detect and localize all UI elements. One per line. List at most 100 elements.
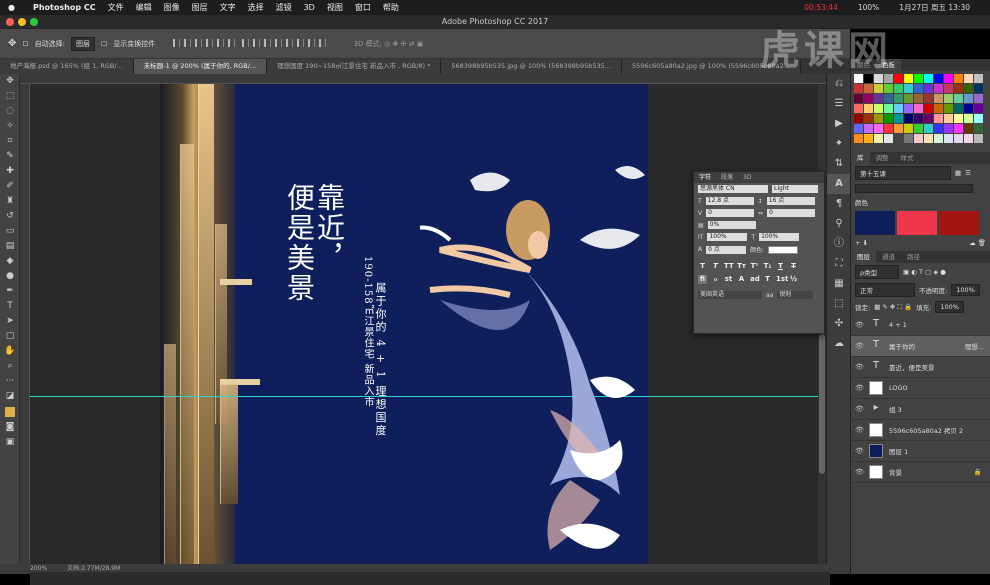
history-brush-icon[interactable]: ↺ [0, 209, 20, 224]
actions-icon[interactable]: ▶ [827, 114, 851, 134]
layer-row[interactable]: 👁 T 属于你的 理想... [851, 336, 990, 357]
color-swatch[interactable] [974, 104, 983, 113]
color-swatch[interactable] [914, 94, 923, 103]
layer-row[interactable]: 👁 图层 1 [851, 441, 990, 462]
color-swatch[interactable] [884, 84, 893, 93]
color-swatch[interactable] [934, 134, 943, 143]
color-swatch[interactable] [864, 124, 873, 133]
zoom-button[interactable] [30, 18, 38, 26]
visibility-eye-icon[interactable]: 👁 [855, 363, 864, 371]
color-swatch[interactable] [924, 94, 933, 103]
color-swatch[interactable] [914, 74, 923, 83]
hand-tool-icon[interactable]: ✋ [0, 344, 20, 359]
layer-row[interactable]: 👁 5596c605a80a2 拷贝 2 [851, 420, 990, 441]
lock-icons[interactable]: ▦ ✎ ✥ ⛶ 🔒 [874, 303, 912, 312]
color-swatch[interactable] [894, 104, 903, 113]
color-swatch[interactable] [854, 94, 863, 103]
color-swatch[interactable] [924, 134, 933, 143]
color-swatch[interactable] [904, 84, 913, 93]
titling-button[interactable]: ad [750, 275, 760, 284]
ordinals-button[interactable]: T [763, 275, 772, 284]
eyedropper-icon[interactable]: ✎ [0, 149, 20, 164]
color-swatch[interactable] [914, 104, 923, 113]
color-swatch[interactable] [944, 84, 953, 93]
move-tool-icon[interactable]: ✥ [0, 74, 20, 89]
menu-type[interactable]: 文字 [220, 2, 236, 13]
color-swatch[interactable] [874, 114, 883, 123]
tab-3d[interactable]: 3D [738, 172, 756, 183]
color-swatch[interactable] [974, 114, 983, 123]
strikethrough-button[interactable]: T [789, 262, 798, 271]
pen-tool-icon[interactable]: ✒ [0, 284, 20, 299]
color-swatch[interactable] [854, 114, 863, 123]
color-swatch[interactable] [854, 124, 863, 133]
brush-tool-icon[interactable]: ✐ [0, 179, 20, 194]
color-swatch[interactable] [944, 94, 953, 103]
color-swatch[interactable] [914, 124, 923, 133]
auto-select-dropdown[interactable]: 图层 [71, 36, 96, 51]
tab-channels[interactable]: 通道 [876, 251, 901, 263]
shape-tool-icon[interactable]: ▢ [0, 329, 20, 344]
color-swatch[interactable] [864, 94, 873, 103]
color-swatch[interactable] [894, 124, 903, 133]
color-swatch[interactable] [964, 104, 973, 113]
color-swatch[interactable] [964, 114, 973, 123]
visibility-eye-icon[interactable]: 👁 [855, 321, 864, 329]
color-swatch[interactable] [944, 134, 953, 143]
color-swatch[interactable] [914, 84, 923, 93]
color-swatch[interactable] [944, 74, 953, 83]
fractions-button[interactable]: 1st [776, 275, 788, 284]
color-swatch[interactable] [964, 124, 973, 133]
layer-row[interactable]: 👁 T 靠近，便是美景 [851, 357, 990, 378]
color-swatch[interactable] [954, 84, 963, 93]
close-window-button[interactable] [6, 18, 14, 26]
tracking-field[interactable]: 0 [767, 209, 816, 217]
eraser-tool-icon[interactable]: ▭ [0, 224, 20, 239]
apple-icon[interactable]: ● [8, 3, 15, 12]
menu-file[interactable]: 文件 [108, 2, 124, 13]
kerning-field[interactable]: 0 [706, 209, 755, 217]
add-element-icon[interactable]: + ⬇ [855, 239, 868, 247]
tsume-field[interactable]: 0% [707, 221, 756, 229]
swatches-icon[interactable]: ▦ [827, 274, 851, 294]
auto-select-checkbox[interactable]: ☐ [22, 40, 28, 48]
info-icon[interactable]: ⓘ [827, 234, 851, 254]
tab-adjustments[interactable]: 调整 [870, 152, 895, 164]
color-swatch[interactable] [884, 134, 893, 143]
color-swatch[interactable] [924, 124, 933, 133]
color-swatch[interactable] [914, 114, 923, 123]
tab-layers[interactable]: 图层 [851, 251, 876, 263]
cloud-icon[interactable]: ☁ 🗑 [969, 239, 986, 247]
color-swatch[interactable] [934, 114, 943, 123]
color-swatch[interactable] [894, 84, 903, 93]
color-swatch[interactable] [964, 84, 973, 93]
default-colors-icon[interactable]: ◪ [0, 389, 20, 404]
channels-icon[interactable]: ☁ [827, 334, 851, 354]
color-swatch[interactable] [884, 114, 893, 123]
color-swatch[interactable] [874, 104, 883, 113]
color-swatch[interactable] [874, 134, 883, 143]
healing-brush-icon[interactable]: ✚ [0, 164, 20, 179]
color-swatch[interactable] [874, 84, 883, 93]
color-swatch[interactable] [954, 104, 963, 113]
color-swatch[interactable] [934, 124, 943, 133]
color-swatch[interactable] [904, 74, 913, 83]
library-color-red[interactable] [939, 211, 979, 235]
color-swatch[interactable] [904, 104, 913, 113]
font-style-select[interactable]: Light [772, 185, 818, 193]
color-swatch[interactable] [934, 84, 943, 93]
color-swatch[interactable] [864, 114, 873, 123]
antialias-select[interactable]: 锐利 [777, 291, 814, 299]
tab-paragraph[interactable]: 段落 [716, 172, 738, 183]
color-swatch[interactable] [854, 134, 863, 143]
color-swatch[interactable] [944, 114, 953, 123]
color-swatch[interactable] [874, 94, 883, 103]
language-select[interactable]: 美国英语 [698, 291, 762, 299]
magic-wand-icon[interactable]: ✧ [0, 119, 20, 134]
scroll-thumb[interactable] [819, 334, 825, 474]
color-swatch[interactable] [884, 124, 893, 133]
color-swatch[interactable] [904, 94, 913, 103]
tab-libraries[interactable]: 库 [851, 152, 870, 164]
minimize-button[interactable] [18, 18, 26, 26]
properties-icon[interactable]: ☰ [827, 94, 851, 114]
